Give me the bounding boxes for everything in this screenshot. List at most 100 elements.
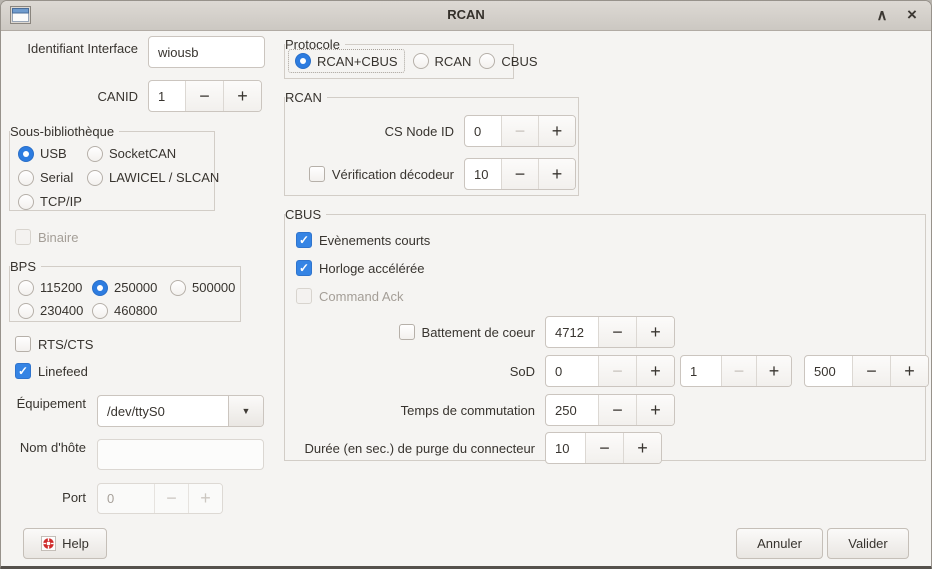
cbus-legend: CBUS [285,206,326,224]
sod-label: SoD [285,364,535,379]
minus-icon[interactable]: − [585,433,623,463]
sod-spinner-2: 1 − + [680,355,792,387]
check-icon: ✓ [299,262,309,274]
plus-icon[interactable]: + [623,433,661,463]
shade-icon[interactable]: ∧ [873,3,891,27]
fast-clock-checkbox-box[interactable]: ✓ [296,260,312,276]
radio-cbus[interactable]: CBUS [479,53,537,70]
titlebar: RCAN ∧ × [1,1,931,31]
protocole-frame: Protocole RCAN+CBUS RCAN CBUS [284,44,514,79]
radio-lawicel-dot[interactable] [87,170,103,186]
radio-500000-dot[interactable] [170,280,186,296]
bps-frame: BPS 115200 250000 500000 230400 460800 [9,266,241,322]
short-events-checkbox-box[interactable]: ✓ [296,232,312,248]
check-icon: ✓ [18,365,28,377]
sublib-frame: Sous-bibliothèque USB SocketCAN Serial L… [9,131,215,211]
radio-230400-dot[interactable] [18,303,34,319]
window-title: RCAN [1,7,931,22]
plus-icon: + [188,484,222,513]
heartbeat-spinner: 4712 − + [545,316,675,348]
radio-250000[interactable]: 250000 [92,279,157,296]
radio-rcan-dot[interactable] [413,53,429,69]
radio-usb[interactable]: USB [18,145,67,162]
purge-label: Durée (en sec.) de purge du connecteur [285,441,535,456]
radio-rcan-cbus-dot[interactable] [295,53,311,69]
plus-icon[interactable]: + [538,159,575,189]
radio-230400[interactable]: 230400 [18,302,83,319]
radio-115200-dot[interactable] [18,280,34,296]
fast-clock-checkbox[interactable]: ✓ Horloge accélérée [296,259,425,277]
heartbeat-value[interactable]: 4712 [546,317,598,347]
minus-icon[interactable]: − [598,395,636,425]
radio-rcan-cbus[interactable]: RCAN+CBUS [288,49,405,73]
radio-serial-dot[interactable] [18,170,34,186]
plus-icon[interactable]: + [636,395,674,425]
switch-time-value[interactable]: 250 [546,395,598,425]
minus-icon[interactable]: − [501,159,538,189]
plus-icon[interactable]: + [538,116,575,146]
radio-115200[interactable]: 115200 [18,279,82,296]
interface-label: Identifiant Interface [5,40,138,58]
canid-spinner: 1 − + [148,80,262,112]
short-events-checkbox[interactable]: ✓ Evènements courts [296,231,430,249]
radio-lawicel[interactable]: LAWICEL / SLCAN [87,169,219,186]
minus-icon: − [501,116,538,146]
minus-icon[interactable]: − [598,317,636,347]
cancel-button[interactable]: Annuler [736,528,823,559]
plus-icon[interactable]: + [890,356,928,386]
help-lifebuoy-icon [41,536,56,551]
verification-checkbox-box[interactable] [309,166,325,182]
interface-value: wiousb [158,45,198,60]
interface-input[interactable]: wiousb [148,36,265,68]
ok-button[interactable]: Valider [827,528,909,559]
chevron-down-icon[interactable]: ▼ [228,396,263,426]
command-ack-checkbox-box [296,288,312,304]
help-button-label: Help [62,536,89,551]
cs-node-value[interactable]: 0 [465,116,501,146]
radio-460800[interactable]: 460800 [92,302,157,319]
plus-icon[interactable]: + [756,356,791,386]
help-button[interactable]: Help [23,528,107,559]
canid-value[interactable]: 1 [149,81,185,111]
heartbeat-checkbox[interactable]: Battement de coeur [285,324,535,340]
radio-usb-dot[interactable] [18,146,34,162]
plus-icon[interactable]: + [636,317,674,347]
close-icon[interactable]: × [903,3,921,27]
minus-icon: − [721,356,756,386]
sod-spinner-3: 500 − + [804,355,929,387]
minus-icon[interactable]: − [185,81,223,111]
equipement-label: Équipement [5,395,86,413]
purge-value[interactable]: 10 [546,433,585,463]
radio-socketcan[interactable]: SocketCAN [87,145,176,162]
verification-value[interactable]: 10 [465,159,501,189]
sod-value-1[interactable]: 0 [546,356,598,386]
rtscts-checkbox[interactable]: RTS/CTS [15,335,93,353]
minus-icon[interactable]: − [852,356,890,386]
verification-checkbox[interactable]: Vérification décodeur [293,166,454,182]
radio-tcpip[interactable]: TCP/IP [18,193,82,210]
radio-tcpip-dot[interactable] [18,194,34,210]
equipement-combobox[interactable]: /dev/ttyS0 ▼ [97,395,264,427]
bps-legend: BPS [10,258,41,276]
sod-value-2[interactable]: 1 [681,356,721,386]
plus-icon[interactable]: + [636,356,674,386]
radio-serial[interactable]: Serial [18,169,73,186]
radio-socketcan-dot[interactable] [87,146,103,162]
radio-500000[interactable]: 500000 [170,279,235,296]
equipement-value[interactable]: /dev/ttyS0 [98,396,228,426]
sod-value-3[interactable]: 500 [805,356,852,386]
plus-icon[interactable]: + [223,81,261,111]
cancel-button-label: Annuler [757,536,802,551]
radio-rcan[interactable]: RCAN [413,53,472,70]
heartbeat-checkbox-box[interactable] [399,324,415,340]
ok-button-label: Valider [848,536,888,551]
radio-cbus-dot[interactable] [479,53,495,69]
radio-250000-dot[interactable] [92,280,108,296]
rtscts-checkbox-box[interactable] [15,336,31,352]
radio-460800-dot[interactable] [92,303,108,319]
cbus-frame: CBUS ✓ Evènements courts ✓ Horloge accél… [284,214,926,461]
linefeed-checkbox[interactable]: ✓ Linefeed [15,362,88,380]
linefeed-checkbox-box[interactable]: ✓ [15,363,31,379]
canid-label: CANID [5,88,138,106]
switch-time-spinner: 250 − + [545,394,675,426]
